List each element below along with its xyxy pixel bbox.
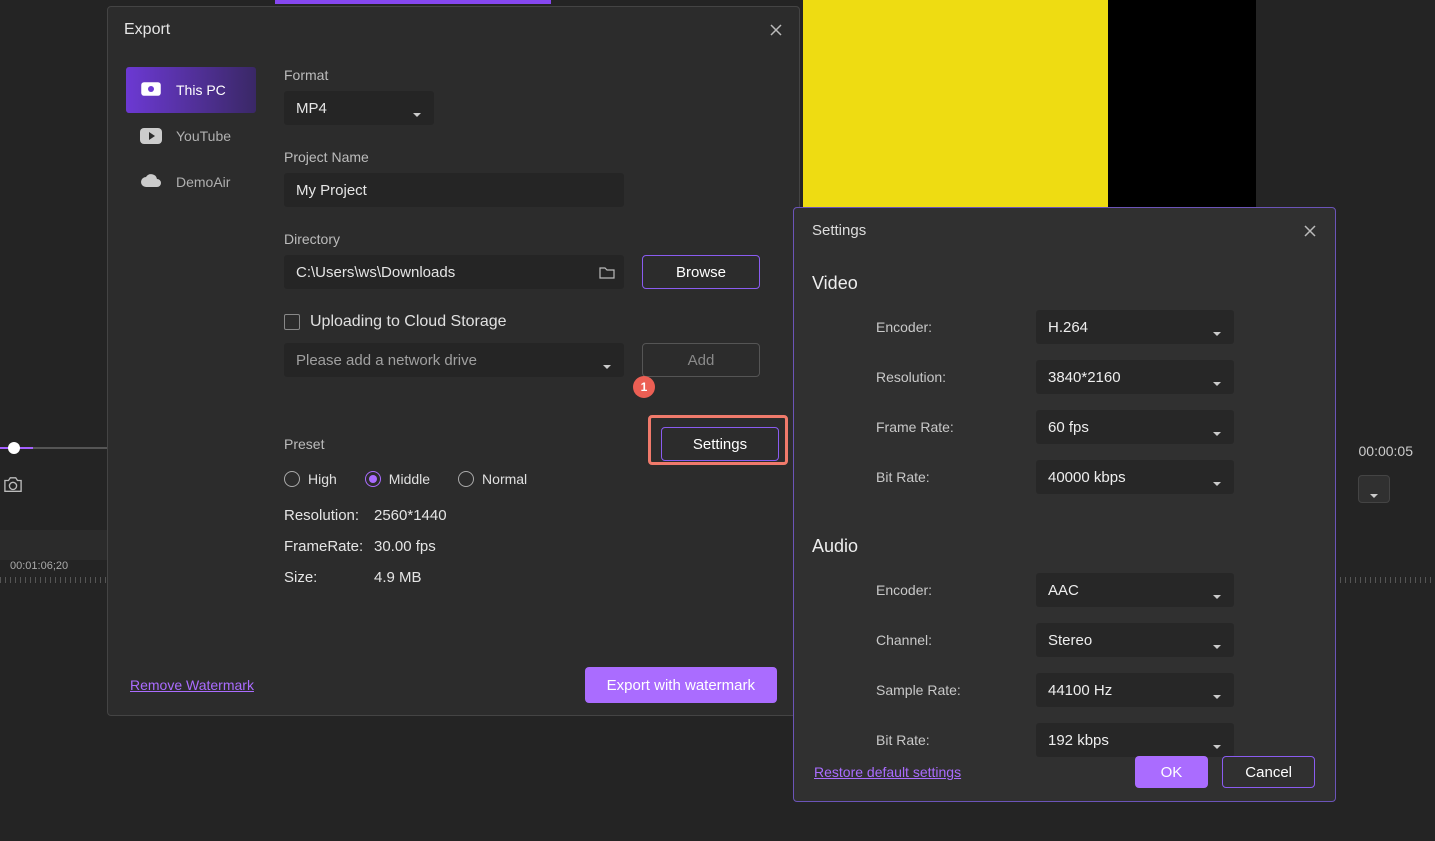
export-button[interactable]: Export with watermark bbox=[585, 667, 777, 703]
info-resolution-label: Resolution: bbox=[284, 507, 374, 524]
timeline-options-dropdown[interactable] bbox=[1358, 475, 1390, 503]
timeline-track[interactable] bbox=[0, 530, 110, 560]
youtube-icon bbox=[140, 127, 162, 145]
chevron-down-icon bbox=[1369, 486, 1379, 492]
sidebar-item-youtube[interactable]: YouTube bbox=[126, 113, 256, 159]
annotation-badge-1: 1 bbox=[633, 376, 655, 398]
chevron-down-icon bbox=[1212, 587, 1222, 593]
export-dialog-titlebar: Export bbox=[108, 7, 799, 53]
format-label: Format bbox=[284, 67, 779, 83]
export-dialog: Export This PC YouTube Dem bbox=[107, 6, 800, 716]
info-framerate-label: FrameRate: bbox=[284, 538, 374, 555]
video-resolution-select[interactable]: 3840*2160 bbox=[1036, 360, 1234, 394]
video-framerate-select[interactable]: 60 fps bbox=[1036, 410, 1234, 444]
export-dialog-footer: Remove Watermark Export with watermark bbox=[108, 655, 799, 715]
close-icon[interactable] bbox=[1303, 224, 1317, 238]
chevron-down-icon bbox=[412, 105, 422, 111]
settings-dialog: Settings Video Encoder: H.264 Resolution… bbox=[793, 207, 1336, 802]
audio-section-heading: Audio bbox=[794, 502, 1335, 565]
chevron-down-icon bbox=[1212, 687, 1222, 693]
chevron-down-icon bbox=[1212, 474, 1222, 480]
directory-label: Directory bbox=[284, 231, 779, 247]
export-info: Resolution: 2560*1440 FrameRate: 30.00 f… bbox=[284, 507, 779, 586]
video-resolution-label: Resolution: bbox=[876, 369, 1036, 385]
cloud-upload-checkbox-row[interactable]: Uploading to Cloud Storage bbox=[284, 313, 779, 331]
project-name-input[interactable]: My Project bbox=[284, 173, 624, 207]
restore-defaults-link[interactable]: Restore default settings bbox=[814, 764, 961, 780]
settings-button[interactable]: Settings bbox=[661, 427, 779, 461]
browse-button[interactable]: Browse bbox=[642, 255, 760, 289]
timeline-time-left: 00:01:06;20 bbox=[10, 560, 68, 572]
info-resolution-value: 2560*1440 bbox=[374, 507, 779, 524]
export-sidebar: This PC YouTube DemoAir bbox=[126, 67, 256, 586]
video-bitrate-label: Bit Rate: bbox=[876, 469, 1036, 485]
cloud-upload-label: Uploading to Cloud Storage bbox=[310, 313, 507, 331]
pc-icon bbox=[140, 81, 162, 99]
video-bitrate-select[interactable]: 40000 kbps bbox=[1036, 460, 1234, 494]
preset-radio-high[interactable]: High bbox=[284, 471, 337, 487]
chevron-down-icon bbox=[1212, 637, 1222, 643]
video-encoder-label: Encoder: bbox=[876, 319, 1036, 335]
close-icon[interactable] bbox=[769, 23, 783, 37]
preset-label: Preset bbox=[284, 436, 324, 452]
sidebar-item-label: This PC bbox=[176, 82, 226, 98]
settings-dialog-title: Settings bbox=[812, 222, 866, 239]
preview-content bbox=[803, 0, 1108, 207]
video-encoder-select[interactable]: H.264 bbox=[1036, 310, 1234, 344]
timeline-time-right: 00:00:05 bbox=[1359, 443, 1414, 459]
format-select[interactable]: MP4 bbox=[284, 91, 434, 125]
network-drive-select[interactable]: Please add a network drive bbox=[284, 343, 624, 377]
video-section-heading: Video bbox=[794, 253, 1335, 302]
sidebar-item-label: YouTube bbox=[176, 128, 231, 144]
audio-channel-select[interactable]: Stereo bbox=[1036, 623, 1234, 657]
format-value: MP4 bbox=[296, 100, 327, 117]
preset-radio-normal[interactable]: Normal bbox=[458, 471, 527, 487]
audio-samplerate-label: Sample Rate: bbox=[876, 682, 1036, 698]
sidebar-item-label: DemoAir bbox=[176, 174, 230, 190]
video-framerate-label: Frame Rate: bbox=[876, 419, 1036, 435]
project-name-label: Project Name bbox=[284, 149, 779, 165]
sidebar-item-this-pc[interactable]: This PC bbox=[126, 67, 256, 113]
top-accent-bar bbox=[275, 0, 551, 4]
export-dialog-title: Export bbox=[124, 21, 170, 39]
preset-radio-middle[interactable]: Middle bbox=[365, 471, 430, 487]
info-size-label: Size: bbox=[284, 569, 374, 586]
directory-value: C:\Users\ws\Downloads bbox=[284, 264, 590, 281]
chevron-down-icon bbox=[1212, 424, 1222, 430]
network-drive-placeholder: Please add a network drive bbox=[296, 352, 477, 369]
export-form: Format MP4 Project Name My Project Direc… bbox=[256, 67, 787, 586]
info-size-value: 4.9 MB bbox=[374, 569, 779, 586]
info-framerate-value: 30.00 fps bbox=[374, 538, 779, 555]
audio-channel-label: Channel: bbox=[876, 632, 1036, 648]
cloud-icon bbox=[140, 173, 162, 191]
chevron-down-icon bbox=[1212, 324, 1222, 330]
directory-input[interactable]: C:\Users\ws\Downloads bbox=[284, 255, 624, 289]
chevron-down-icon bbox=[602, 357, 612, 363]
settings-dialog-titlebar: Settings bbox=[794, 208, 1335, 253]
audio-samplerate-select[interactable]: 44100 Hz bbox=[1036, 673, 1234, 707]
snapshot-icon[interactable] bbox=[2, 476, 24, 494]
audio-encoder-label: Encoder: bbox=[876, 582, 1036, 598]
project-name-value: My Project bbox=[296, 182, 367, 199]
checkbox-icon[interactable] bbox=[284, 314, 300, 330]
folder-icon[interactable] bbox=[590, 265, 624, 279]
audio-encoder-select[interactable]: AAC bbox=[1036, 573, 1234, 607]
timeline-zoom-slider[interactable] bbox=[0, 445, 110, 449]
preset-radio-group: High Middle Normal bbox=[284, 471, 779, 487]
remove-watermark-link[interactable]: Remove Watermark bbox=[130, 677, 254, 693]
ok-button[interactable]: OK bbox=[1135, 756, 1209, 788]
chevron-down-icon bbox=[1212, 374, 1222, 380]
add-drive-button[interactable]: Add bbox=[642, 343, 760, 377]
cancel-button[interactable]: Cancel bbox=[1222, 756, 1315, 788]
sidebar-item-demoair[interactable]: DemoAir bbox=[126, 159, 256, 205]
settings-dialog-footer: Restore default settings OK Cancel bbox=[794, 743, 1335, 801]
